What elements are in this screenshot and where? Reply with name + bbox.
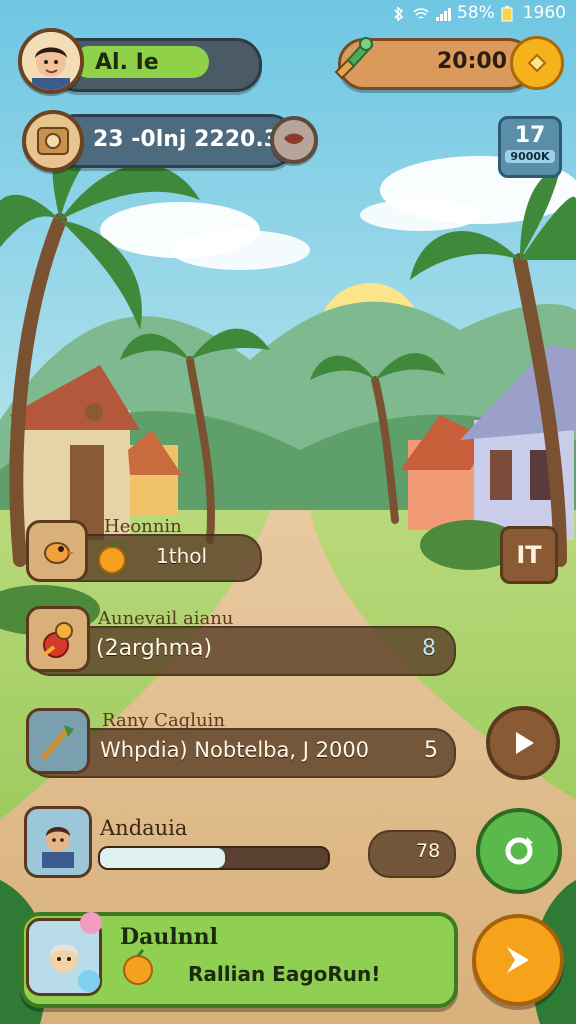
resource-value: 23 -0lnj 2220.30: [93, 127, 295, 152]
row-4-avatar[interactable]: [24, 806, 92, 878]
battery-percent: 58%: [456, 3, 495, 23]
banner-fruit-icon: [118, 948, 158, 988]
shield-icon[interactable]: [270, 116, 318, 164]
side-action-label: IT: [516, 541, 542, 569]
map-icon[interactable]: [22, 110, 84, 172]
next-button[interactable]: [472, 914, 564, 1006]
avatar: [22, 32, 80, 90]
wifi-icon: [413, 6, 429, 20]
row-3-text: Whpdia) Nobtelba, J 2000: [100, 738, 370, 762]
status-bar: 58% 1960: [391, 0, 566, 26]
side-action-button[interactable]: IT: [500, 526, 558, 584]
row-4-title: Andauia: [100, 816, 188, 840]
bluetooth-icon: [391, 6, 407, 22]
compass-icon[interactable]: [326, 30, 378, 82]
day-number: 17: [514, 123, 546, 148]
row-4-progress-fill: [100, 848, 226, 868]
row-2-panel[interactable]: (2arghma) 8: [28, 626, 456, 676]
row-4-count: 78: [416, 840, 441, 862]
row-1-text: 1thol: [156, 544, 208, 568]
row-4-count-panel[interactable]: 78: [368, 830, 456, 878]
play-button[interactable]: [486, 706, 560, 780]
row-3-icon[interactable]: [26, 708, 90, 774]
fruit-icon: [94, 540, 130, 576]
player-avatar[interactable]: [18, 28, 84, 94]
player-name: Al. Ie: [95, 50, 159, 75]
banner-subtitle: Rallian EagoRun!: [188, 962, 381, 986]
refresh-button[interactable]: [476, 808, 562, 894]
clock: 1960: [522, 3, 566, 23]
row-4-progress-track: [98, 846, 330, 870]
torch-icon: [41, 725, 74, 760]
day-badge[interactable]: 17 9000K: [498, 116, 562, 178]
row-2-text: (2arghma): [96, 636, 213, 661]
row-1-icon[interactable]: [26, 520, 88, 582]
banner-title: Daulnnl: [120, 924, 219, 950]
signal-icon: [435, 6, 451, 21]
resource-bar[interactable]: 23 -0lnj 2220.30: [50, 114, 296, 168]
row-3-panel[interactable]: Whpdia) Nobtelba, J 2000 5: [28, 728, 456, 778]
apple-bird-icon: [42, 622, 73, 658]
flower-icon: [80, 912, 102, 934]
row-3-count: 5: [424, 738, 438, 763]
bird-icon: [44, 542, 75, 564]
play-icon: [516, 732, 534, 754]
next-icon: [507, 947, 529, 973]
coin-icon[interactable]: [510, 36, 564, 90]
snowflake-icon: [78, 970, 100, 992]
villager-avatar: [42, 827, 74, 868]
battery-icon: [501, 6, 517, 22]
currency-amount: 20:00: [437, 49, 508, 74]
row-2-count: 8: [422, 636, 436, 661]
row-2-icon[interactable]: [26, 606, 90, 672]
refresh-icon: [505, 837, 533, 865]
day-label: 9000K: [505, 150, 555, 163]
